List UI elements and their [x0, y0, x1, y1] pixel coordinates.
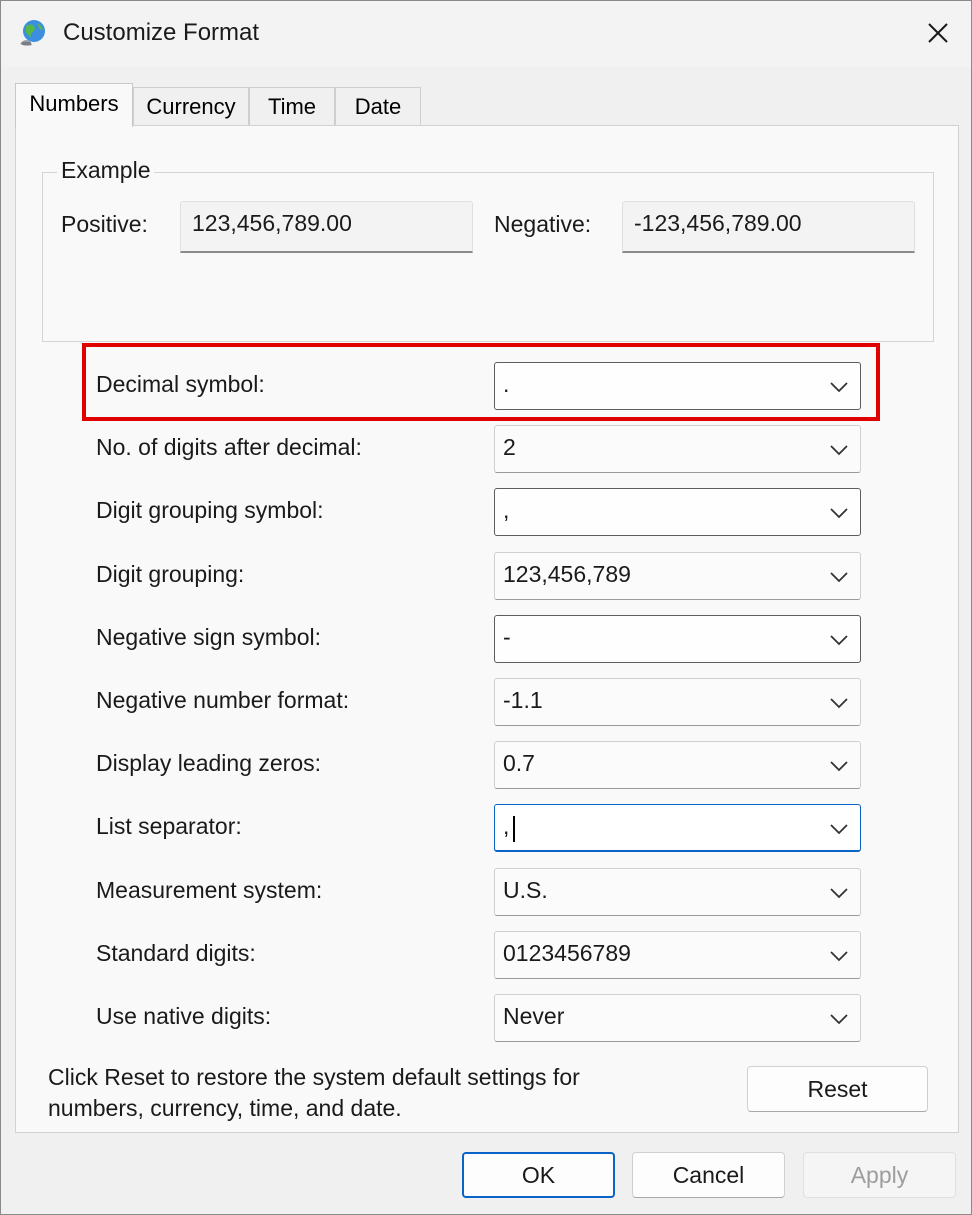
- combo-value: 2: [503, 434, 516, 460]
- chevron-down-icon: [830, 445, 848, 456]
- tab-date[interactable]: Date: [335, 87, 421, 125]
- window-title: Customize Format: [63, 19, 260, 46]
- ok-button[interactable]: OK: [462, 1152, 615, 1198]
- close-icon: [928, 23, 948, 43]
- measurement-system-label: Measurement system:: [96, 877, 323, 903]
- display-leading-zeros-combo[interactable]: 0.7: [494, 741, 861, 789]
- chevron-down-icon: [830, 635, 848, 646]
- reset-button[interactable]: Reset: [747, 1066, 928, 1112]
- use-native-digits-label: Use native digits:: [96, 1003, 272, 1029]
- digit-grouping-symbol-label: Digit grouping symbol:: [96, 497, 324, 523]
- negative-sign-symbol-combo[interactable]: -: [494, 615, 861, 663]
- negative-label: Negative:: [494, 211, 592, 237]
- tab-numbers[interactable]: Numbers: [15, 83, 133, 127]
- reset-description: Click Reset to restore the system defaul…: [48, 1064, 580, 1121]
- title-bar: Customize Format: [1, 1, 971, 67]
- chevron-down-icon: [830, 1014, 848, 1025]
- negative-sign-symbol-label: Negative sign symbol:: [96, 624, 321, 650]
- chevron-down-icon: [830, 508, 848, 519]
- combo-value: 0.7: [503, 750, 535, 776]
- decimal-symbol-label: Decimal symbol:: [96, 371, 265, 397]
- positive-label: Positive:: [61, 211, 148, 237]
- negative-number-format-combo[interactable]: -1.1: [494, 678, 861, 726]
- tab-currency[interactable]: Currency: [133, 87, 249, 125]
- cancel-button[interactable]: Cancel: [632, 1152, 785, 1198]
- customize-format-dialog: Customize Format Numbers Currency Time D…: [0, 0, 972, 1215]
- combo-value: -: [503, 624, 511, 650]
- text-caret: [513, 816, 515, 842]
- combo-value: ,: [503, 813, 510, 839]
- use-native-digits-combo[interactable]: Never: [494, 994, 861, 1042]
- close-button[interactable]: [913, 11, 963, 55]
- chevron-down-icon: [830, 761, 848, 772]
- display-leading-zeros-label: Display leading zeros:: [96, 750, 322, 776]
- positive-example-value: 123,456,789.00: [180, 201, 473, 253]
- negative-example-value: -123,456,789.00: [622, 201, 915, 253]
- list-separator-combo[interactable]: ,: [494, 804, 861, 852]
- numbers-tab-panel: Example Positive: 123,456,789.00 Negativ…: [15, 125, 959, 1133]
- digit-grouping-combo[interactable]: 123,456,789: [494, 552, 861, 600]
- digits-after-decimal-label: No. of digits after decimal:: [96, 434, 362, 460]
- combo-value: U.S.: [503, 877, 548, 903]
- chevron-down-icon: [830, 572, 848, 583]
- standard-digits-combo[interactable]: 0123456789: [494, 931, 861, 979]
- combo-value: ,: [503, 497, 510, 523]
- tab-time[interactable]: Time: [249, 87, 335, 125]
- standard-digits-label: Standard digits:: [96, 940, 256, 966]
- digits-after-decimal-combo[interactable]: 2: [494, 425, 861, 473]
- negative-number-format-label: Negative number format:: [96, 687, 350, 713]
- chevron-down-icon: [830, 382, 848, 393]
- combo-value: Never: [503, 1003, 565, 1029]
- apply-button[interactable]: Apply: [803, 1152, 956, 1198]
- combo-value: 0123456789: [503, 940, 631, 966]
- combo-value: 123,456,789: [503, 561, 631, 587]
- example-legend: Example: [57, 157, 155, 184]
- example-group: Example Positive: 123,456,789.00 Negativ…: [42, 157, 934, 342]
- combo-value: .: [503, 371, 510, 397]
- combo-value: -1.1: [503, 687, 543, 713]
- chevron-down-icon: [830, 698, 848, 709]
- list-separator-label: List separator:: [96, 813, 242, 839]
- chevron-down-icon: [830, 824, 848, 835]
- measurement-system-combo[interactable]: U.S.: [494, 868, 861, 916]
- globe-icon: [17, 17, 49, 49]
- decimal-symbol-combo[interactable]: .: [494, 362, 861, 410]
- chevron-down-icon: [830, 951, 848, 962]
- digit-grouping-label: Digit grouping:: [96, 561, 245, 587]
- chevron-down-icon: [830, 888, 848, 899]
- digit-grouping-symbol-combo[interactable]: ,: [494, 488, 861, 536]
